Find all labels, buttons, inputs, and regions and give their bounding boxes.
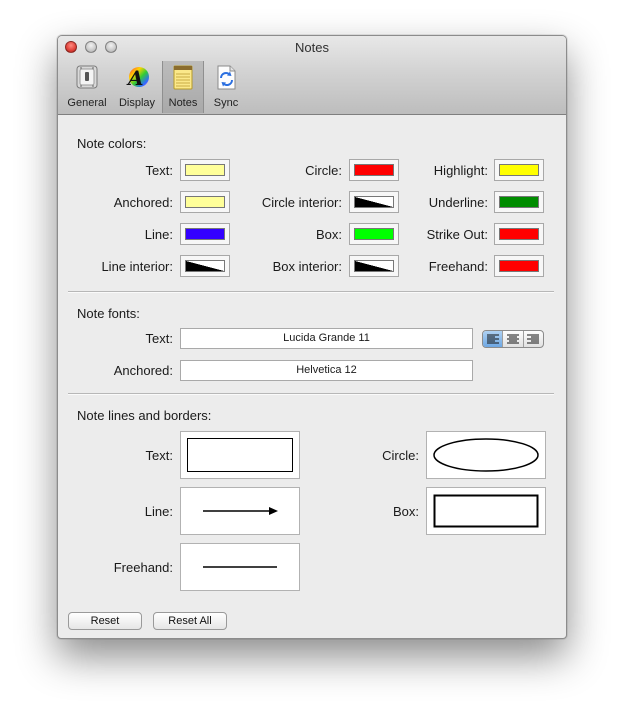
- freehand-color-well[interactable]: [494, 255, 544, 277]
- align-center-button[interactable]: [503, 331, 524, 347]
- anchored-font-label: Anchored:: [113, 363, 173, 378]
- line-interior-swatch: [185, 260, 225, 272]
- text-color-well[interactable]: [180, 159, 230, 181]
- strike-out-color-swatch: [499, 228, 539, 240]
- text-font-field[interactable]: Lucida Grande 11: [180, 328, 473, 349]
- text-border-preview[interactable]: [180, 431, 300, 479]
- line-color-label: Line:: [144, 227, 173, 242]
- note-fonts-heading: Note fonts:: [77, 306, 140, 321]
- box-interior-swatch: [354, 260, 394, 272]
- circle-interior-color-label: Circle interior:: [261, 195, 342, 210]
- text-border-label: Text:: [145, 448, 173, 463]
- underline-color-label: Underline:: [428, 195, 488, 210]
- toolbar-display-label: Display: [118, 97, 156, 109]
- circle-color-swatch: [354, 164, 394, 176]
- font-color-icon: A: [126, 66, 149, 90]
- line-interior-color-label: Line interior:: [101, 259, 173, 274]
- align-center-icon: [506, 334, 519, 344]
- underline-color-swatch: [499, 196, 539, 208]
- notes-preferences-window: Notes General A Display Notes Sync Note …: [57, 35, 567, 639]
- circle-border-preview[interactable]: [426, 431, 546, 479]
- text-alignment-control: [482, 330, 544, 348]
- highlight-color-swatch: [499, 164, 539, 176]
- box-color-well[interactable]: [349, 223, 399, 245]
- toolbar-display[interactable]: A Display: [114, 61, 160, 113]
- svg-text:A: A: [126, 66, 144, 90]
- note-colors-heading: Note colors:: [77, 136, 147, 151]
- note-lines-heading: Note lines and borders:: [77, 408, 212, 423]
- anchored-color-swatch: [185, 196, 225, 208]
- anchored-color-well[interactable]: [180, 191, 230, 213]
- highlight-color-label: Highlight:: [433, 163, 488, 178]
- text-border-shape: [187, 438, 293, 472]
- notepad-icon: [173, 65, 193, 90]
- sync-document-icon: [217, 65, 236, 90]
- align-right-button[interactable]: [524, 331, 543, 347]
- underline-color-well[interactable]: [494, 191, 544, 213]
- text-color-swatch: [185, 164, 225, 176]
- toolbar-notes-label: Notes: [168, 97, 198, 109]
- rectangle-icon: [433, 494, 539, 528]
- box-border-preview[interactable]: [426, 487, 546, 535]
- align-left-button[interactable]: [483, 331, 504, 347]
- reset-all-button[interactable]: Reset All: [153, 612, 227, 630]
- freehand-style-label: Freehand:: [113, 560, 173, 575]
- box-border-label: Box:: [392, 504, 419, 519]
- circle-interior-swatch: [354, 196, 394, 208]
- line-color-well[interactable]: [180, 223, 230, 245]
- section-divider: [68, 291, 554, 293]
- box-color-label: Box:: [315, 227, 342, 242]
- line-interior-color-well[interactable]: [180, 255, 230, 277]
- toolbar-sync-label: Sync: [213, 97, 239, 109]
- box-color-swatch: [354, 228, 394, 240]
- line-color-swatch: [185, 228, 225, 240]
- arrow-line-icon: [203, 507, 278, 515]
- freehand-color-label: Freehand:: [428, 259, 488, 274]
- reset-button[interactable]: Reset: [68, 612, 142, 630]
- freehand-line-icon: [203, 566, 277, 568]
- align-left-icon: [486, 334, 499, 344]
- circle-border-label: Circle:: [382, 448, 419, 463]
- align-right-icon: [527, 334, 540, 344]
- strike-out-color-label: Strike Out:: [426, 227, 488, 242]
- box-interior-color-label: Box interior:: [272, 259, 342, 274]
- freehand-style-preview[interactable]: [180, 543, 300, 591]
- toolbar-sync[interactable]: Sync: [206, 61, 246, 113]
- line-style-label: Line:: [144, 504, 173, 519]
- freehand-color-swatch: [499, 260, 539, 272]
- highlight-color-well[interactable]: [494, 159, 544, 181]
- window-title: Notes: [295, 40, 329, 55]
- title-bar: Notes General A Display Notes Sync: [58, 36, 566, 115]
- switch-icon: [76, 65, 98, 89]
- strike-out-color-well[interactable]: [494, 223, 544, 245]
- circle-color-label: Circle:: [305, 163, 342, 178]
- circle-color-well[interactable]: [349, 159, 399, 181]
- text-font-label: Text:: [145, 331, 173, 346]
- toolbar-general-label: General: [67, 97, 107, 109]
- ellipse-icon: [433, 438, 539, 472]
- box-interior-color-well[interactable]: [349, 255, 399, 277]
- text-color-label: Text:: [145, 163, 173, 178]
- circle-interior-color-well[interactable]: [349, 191, 399, 213]
- line-style-preview[interactable]: [180, 487, 300, 535]
- section-divider: [68, 393, 554, 395]
- anchored-font-field[interactable]: Helvetica 12: [180, 360, 473, 381]
- anchored-color-label: Anchored:: [113, 195, 173, 210]
- toolbar-general[interactable]: General: [64, 61, 110, 113]
- toolbar-notes[interactable]: Notes: [162, 61, 204, 113]
